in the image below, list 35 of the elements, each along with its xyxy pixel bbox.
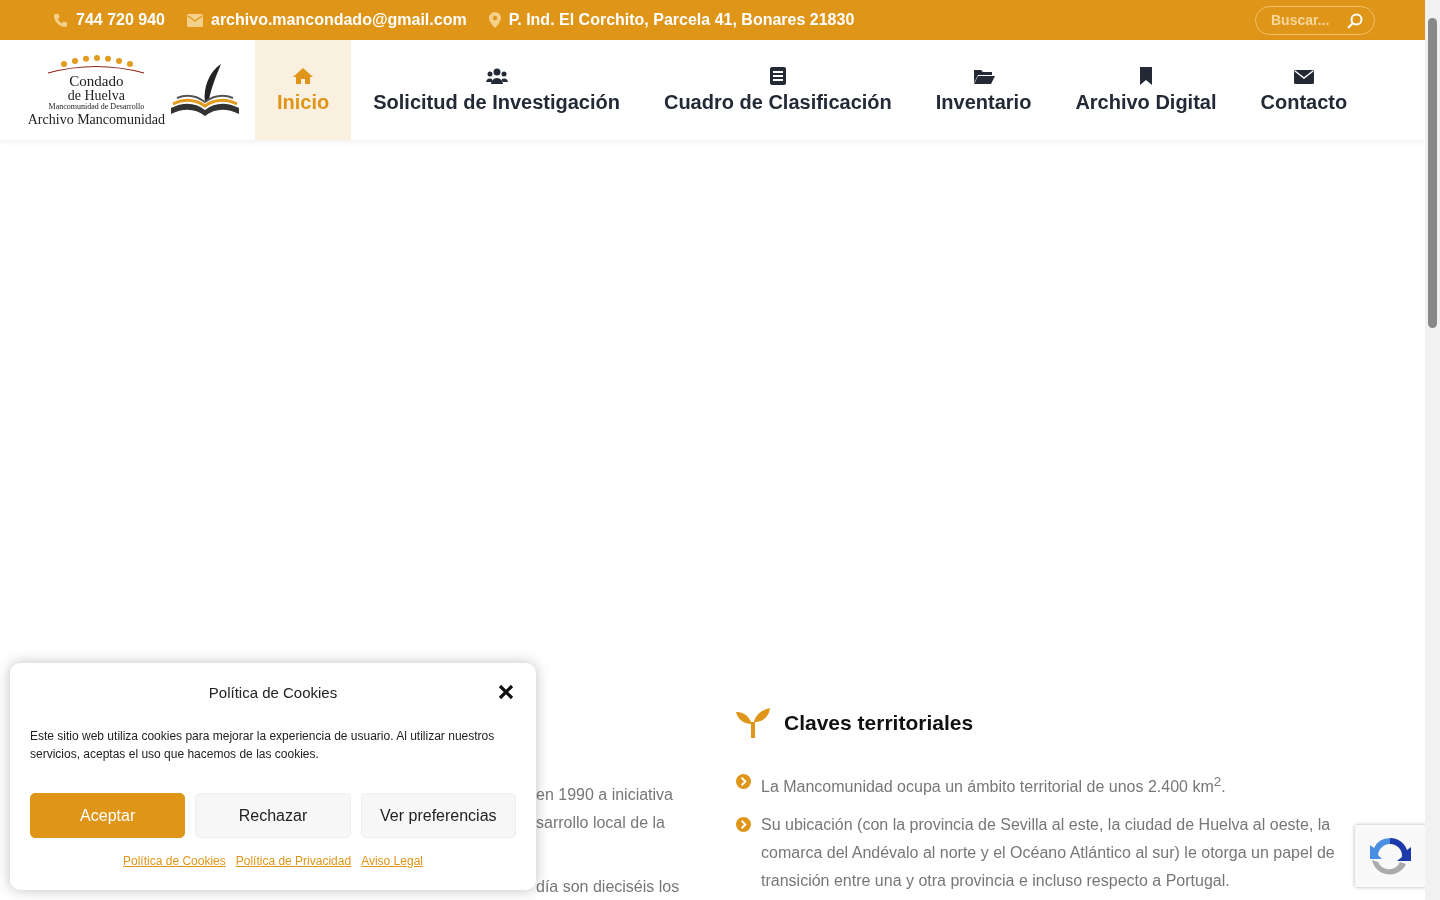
search-icon[interactable] [1347, 12, 1363, 29]
logo-name: Archivo Mancomunidad [27, 112, 165, 127]
secondary-button[interactable]: Rechazar [195, 793, 351, 838]
phone-icon [53, 12, 68, 28]
nav-tab[interactable]: Archivo Digital [1053, 40, 1239, 140]
section-heading: Claves territoriales [784, 711, 974, 735]
chevron-bullet-icon [736, 817, 751, 833]
sprout-icon [736, 708, 770, 738]
people-icon [485, 66, 508, 85]
close-icon[interactable] [498, 684, 514, 700]
logo-title: Condado [69, 73, 124, 89]
paragraph-text: día son dieciséis los [536, 877, 680, 897]
list-item-text: Su ubicación (con la provincia de Sevilla al este, la ciudad de Huelva al oeste, la comarca del Andévalo al norte y el Océano Atlántico al sur) le otorga un papel de transición entre una y otra provincia e incluso respecto a Portugal. [761, 815, 1336, 892]
scrollbar[interactable] [1425, 0, 1440, 900]
list-item-text: La Mancomunidad ocupa un ámbito territorial de unos 2.400 km$^{2}$. [761, 773, 1226, 798]
chevron-bullet-icon [736, 774, 751, 789]
envelope-icon [187, 13, 203, 27]
location-pin-icon [488, 12, 501, 28]
nav-tab[interactable]: Solicitud de Investigación [351, 40, 642, 140]
scrollbar-thumb[interactable] [1428, 18, 1437, 328]
home-icon [292, 66, 315, 85]
dialog-title: Política de Cookies [208, 683, 338, 701]
paragraph-text: sarrollo local de la [536, 813, 665, 833]
nav-tab[interactable]: Cuadro de Clasificación [641, 40, 914, 140]
dialog-text: Este sitio web utiliza cookies para mejorar la experiencia de usuario. Al utilizar nuestros servicios, aceptas el uso que hacemos de las cookies. [30, 728, 496, 763]
address-text: P. Ind. El Corchito, Parcela 41, Bonares 21830 [508, 11, 855, 29]
book-quill-icon [169, 62, 241, 118]
nav-tab[interactable]: Contacto [1238, 40, 1370, 140]
search-field[interactable]: Buscar... [1255, 5, 1375, 35]
paragraph-text: en 1990 a iniciativa [536, 785, 673, 805]
logo-subtitle: de Huelva [67, 88, 125, 103]
sun-dots-icon [46, 53, 147, 74]
logo-caption: Mancomunidad de Desarrollo [48, 102, 145, 111]
secondary-button[interactable]: Ver preferencias [360, 793, 516, 838]
nav-tab[interactable]: Inventario [913, 40, 1054, 140]
